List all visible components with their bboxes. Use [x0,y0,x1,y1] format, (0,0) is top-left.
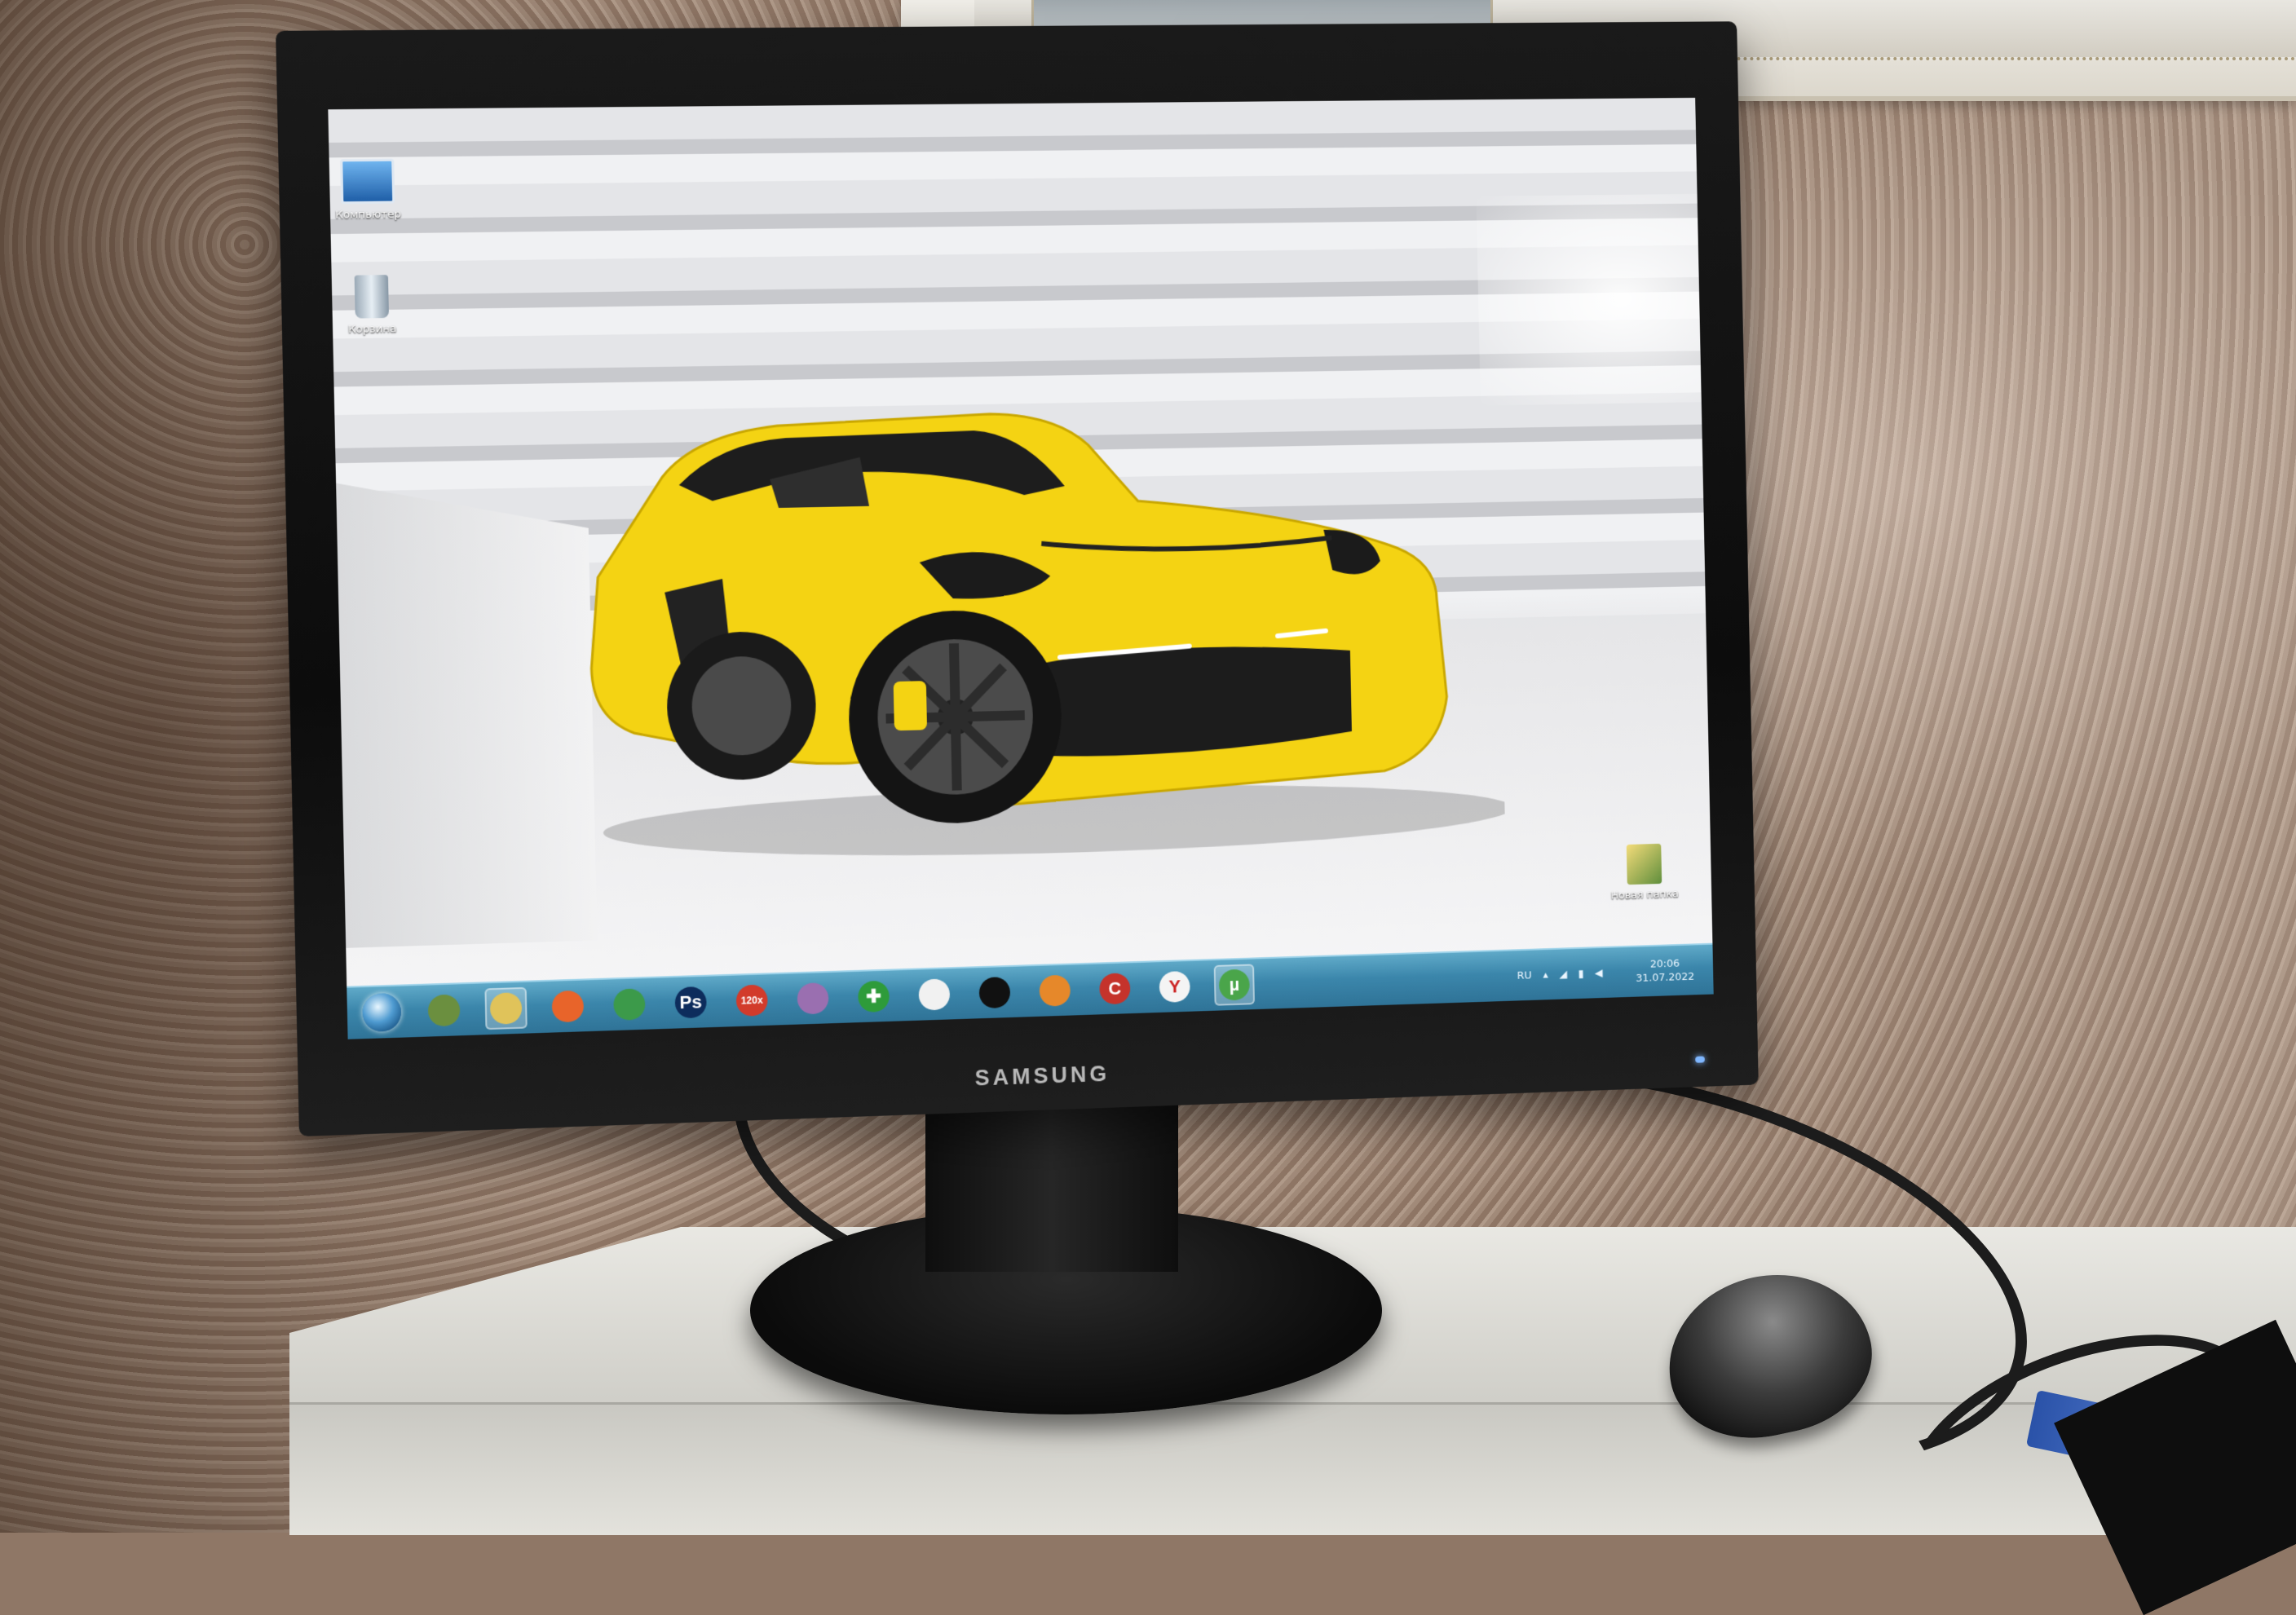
wallpaper-left-wall [336,479,597,948]
monitor-bezel: Компьютер Корзина Новая папка Ps 120x ✚ … [276,21,1759,1136]
taskbar-app-terminal[interactable] [974,972,1015,1014]
file-explorer-icon [490,992,523,1025]
taskbar-app-utorrent[interactable]: µ [1214,964,1255,1005]
acdsee-icon: 120x [736,984,768,1017]
taskbar-app-burning[interactable] [1034,969,1075,1012]
green-cross-icon: ✚ [858,981,890,1013]
taskbar-app-firefox[interactable] [546,985,589,1027]
firefox-icon [552,991,585,1023]
clock-date: 31.07.2022 [1636,970,1694,986]
volume-icon[interactable]: ◀ [1595,967,1603,979]
yandex-browser-icon: Y [1159,971,1190,1003]
desktop-icon-recycle-bin[interactable]: Корзина [328,275,418,337]
terminal-icon [979,977,1011,1008]
network-icon[interactable]: ◢ [1559,968,1567,980]
power-led [1695,1056,1705,1062]
desktop-icon-new-folder[interactable]: Новая папка [1601,843,1689,902]
desktop-screen: Компьютер Корзина Новая папка Ps 120x ✚ … [328,98,1713,1039]
taskbar-app-acdsee[interactable]: 120x [731,979,773,1022]
wallpaper-light [1477,193,1714,406]
language-indicator[interactable]: RU [1517,969,1532,982]
media-player-icon [918,978,950,1010]
start-button[interactable] [362,993,401,1032]
taskbar-app-ccleaner[interactable]: C [1094,968,1136,1009]
ccleaner-icon: C [1099,973,1131,1004]
desktop-icon-label: Компьютер [328,208,414,222]
wallpaper-car-image [561,390,1505,867]
taskbar-app-green-cross[interactable]: ✚ [853,975,894,1017]
battery-icon[interactable]: ▮ [1578,968,1583,980]
desktop-icon-label: Корзина [328,323,418,337]
taskbar-app-yandex-browser[interactable]: Y [1154,966,1195,1008]
recycle-bin-icon [355,275,389,318]
taskbar-app-media-player[interactable] [913,973,955,1016]
dvd-icon [797,982,828,1014]
desktop-icon-computer[interactable]: Компьютер [328,158,414,222]
burning-icon [1039,975,1071,1007]
computer-icon [340,159,395,205]
clock[interactable]: 20:06 31.07.2022 [1636,956,1694,986]
pen-tool-icon [428,995,461,1027]
utorrent-icon: µ [1219,969,1250,1001]
taskbar-app-photoshop[interactable]: Ps [669,982,712,1024]
photoshop-icon: Ps [674,986,706,1019]
taskbar-app-file-explorer[interactable] [484,987,527,1030]
folder-icon [1627,844,1662,885]
taskbar-app-dvd[interactable] [792,977,834,1020]
show-hidden-icons-icon[interactable]: ▴ [1543,969,1548,981]
taskbar-app-chrome[interactable] [608,983,651,1026]
taskbar-app-pen-tool[interactable] [422,989,466,1031]
system-tray: RU ▴ ◢ ▮ ◀ 20:06 31.07.2022 [1498,945,1714,1002]
chrome-icon [613,988,646,1021]
